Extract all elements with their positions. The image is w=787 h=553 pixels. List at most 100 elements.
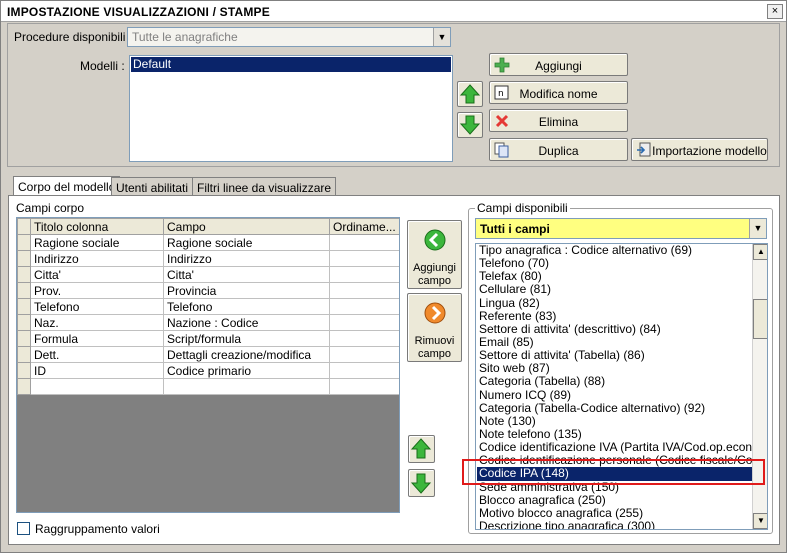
import-model-label: Importazione modello <box>652 144 767 158</box>
row-selector[interactable] <box>17 346 31 363</box>
list-item[interactable]: Categoria (Tabella) (88) <box>477 375 752 388</box>
main-window: IMPOSTAZIONE VISUALIZZAZIONI / STAMPE × … <box>0 0 787 553</box>
chevron-down-icon[interactable]: ▼ <box>749 219 766 238</box>
table-cell[interactable]: Script/formula <box>163 330 330 347</box>
tab-utenti-abilitati[interactable]: Utenti abilitati <box>111 177 194 196</box>
field-move-up-button[interactable] <box>408 435 435 463</box>
table-row[interactable]: Prov. Provincia <box>17 282 399 299</box>
table-cell[interactable]: Citta' <box>30 266 164 283</box>
tab-filtri-linee[interactable]: Filtri linee da visualizzare <box>192 177 337 196</box>
list-item[interactable]: Note (130) <box>477 414 752 428</box>
import-model-button[interactable]: Importazione modello <box>631 138 768 161</box>
table-row[interactable]: Dett. Dettagli creazione/modifica <box>17 346 399 363</box>
table-cell[interactable] <box>30 378 164 395</box>
table-cell[interactable] <box>329 234 399 251</box>
row-selector[interactable] <box>17 298 31 315</box>
duplicate-model-button[interactable]: Duplica <box>489 138 628 161</box>
table-row[interactable] <box>17 378 399 395</box>
list-item[interactable]: Settore di attivita' (descrittivo) (84) <box>477 322 752 336</box>
row-selector[interactable] <box>17 250 31 267</box>
rename-model-button[interactable]: n Modifica nome <box>489 81 628 104</box>
field-move-down-button[interactable] <box>408 469 435 497</box>
available-fields-caption: Campi disponibili <box>475 201 570 215</box>
add-model-button[interactable]: Aggiungi <box>489 53 628 76</box>
table-cell[interactable] <box>329 250 399 267</box>
row-selector[interactable] <box>17 378 31 395</box>
table-cell[interactable] <box>329 298 399 315</box>
table-row[interactable]: Ragione sociale Ragione sociale <box>17 234 399 251</box>
table-cell[interactable]: Telefono <box>163 298 330 315</box>
table-cell[interactable] <box>329 378 399 395</box>
table-row[interactable]: Telefono Telefono <box>17 298 399 315</box>
table-cell[interactable]: Ragione sociale <box>30 234 164 251</box>
scroll-up-icon[interactable]: ▲ <box>753 244 767 260</box>
row-selector[interactable] <box>17 266 31 283</box>
add-field-button[interactable]: Aggiungi campo <box>407 220 462 289</box>
row-selector[interactable] <box>17 314 31 331</box>
arrow-left-icon <box>424 229 446 251</box>
close-button[interactable]: × <box>767 4 783 19</box>
body-fields-grid[interactable]: Titolo colonna Campo Ordiname... Ragione… <box>16 217 400 513</box>
table-row[interactable]: Indirizzo Indirizzo <box>17 250 399 267</box>
table-row[interactable]: Formula Script/formula <box>17 330 399 347</box>
table-cell[interactable] <box>329 346 399 363</box>
table-cell[interactable] <box>163 378 330 395</box>
row-selector[interactable] <box>17 282 31 299</box>
remove-field-button[interactable]: Rimuovi campo <box>407 293 462 362</box>
table-cell[interactable]: Nazione : Codice <box>163 314 330 331</box>
table-cell[interactable]: Indirizzo <box>163 250 330 267</box>
list-item[interactable]: Categoria (Tabella-Codice alternativo) (… <box>477 401 752 415</box>
table-cell[interactable]: Formula <box>30 330 164 347</box>
remove-field-label: Rimuovi campo <box>408 335 461 361</box>
table-cell[interactable]: Provincia <box>163 282 330 299</box>
table-cell[interactable]: Naz. <box>30 314 164 331</box>
table-cell[interactable]: Indirizzo <box>30 250 164 267</box>
table-cell[interactable] <box>329 362 399 379</box>
import-icon <box>637 142 651 157</box>
column-header-order[interactable]: Ordiname... <box>329 218 399 235</box>
chevron-down-icon[interactable]: ▼ <box>433 28 450 46</box>
list-item[interactable]: Descrizione tipo anagrafica (300) <box>477 519 752 529</box>
list-item[interactable]: Numero ICQ (89) <box>477 388 752 402</box>
table-cell[interactable]: Codice primario <box>163 362 330 379</box>
table-cell[interactable] <box>329 266 399 283</box>
table-row[interactable]: Citta' Citta' <box>17 266 399 283</box>
list-item[interactable]: Cellulare (81) <box>477 283 752 296</box>
table-cell[interactable]: Telefono <box>30 298 164 315</box>
table-cell[interactable] <box>329 314 399 331</box>
delete-model-button[interactable]: Elimina <box>489 109 628 132</box>
row-selector[interactable] <box>17 362 31 379</box>
models-list[interactable]: Default <box>129 55 453 162</box>
list-item[interactable]: Motivo blocco anagrafica (255) <box>477 506 752 520</box>
table-cell[interactable] <box>329 330 399 347</box>
table-row[interactable]: ID Codice primario <box>17 362 399 379</box>
add-model-label: Aggiungi <box>535 59 582 73</box>
table-cell[interactable]: Citta' <box>163 266 330 283</box>
list-item[interactable]: Blocco anagrafica (250) <box>477 493 752 507</box>
list-item[interactable]: Lingua (82) <box>477 296 752 310</box>
table-cell[interactable] <box>329 282 399 299</box>
row-selector[interactable] <box>17 234 31 251</box>
scroll-down-icon[interactable]: ▼ <box>753 513 767 529</box>
available-fields-list[interactable]: Tipo anagrafica : Codice alternativo (69… <box>475 243 768 530</box>
tab-corpo-del-modello[interactable]: Corpo del modello <box>13 176 121 196</box>
table-cell[interactable]: Dettagli creazione/modifica <box>163 346 330 363</box>
group-values-checkbox[interactable] <box>17 522 30 535</box>
fields-filter-select[interactable]: Tutti i campi ▼ <box>475 218 767 239</box>
table-cell[interactable]: Dett. <box>30 346 164 363</box>
fields-scrollbar[interactable]: ▲ ▼ <box>752 244 767 529</box>
scrollbar-thumb[interactable] <box>753 299 767 339</box>
row-selector[interactable] <box>17 330 31 347</box>
column-header-field[interactable]: Campo <box>163 218 330 235</box>
move-up-button[interactable] <box>457 81 483 107</box>
table-cell[interactable]: Ragione sociale <box>163 234 330 251</box>
list-item[interactable]: Referente (83) <box>477 309 752 323</box>
table-cell[interactable]: ID <box>30 362 164 379</box>
table-row[interactable]: Naz. Nazione : Codice <box>17 314 399 331</box>
available-fields-items: Tipo anagrafica : Codice alternativo (69… <box>477 244 767 529</box>
column-header-title[interactable]: Titolo colonna <box>30 218 164 235</box>
move-down-button[interactable] <box>457 112 483 138</box>
table-cell[interactable]: Prov. <box>30 282 164 299</box>
model-item[interactable]: Default <box>131 57 451 72</box>
procedure-select[interactable]: Tutte le anagrafiche ▼ <box>127 27 451 47</box>
